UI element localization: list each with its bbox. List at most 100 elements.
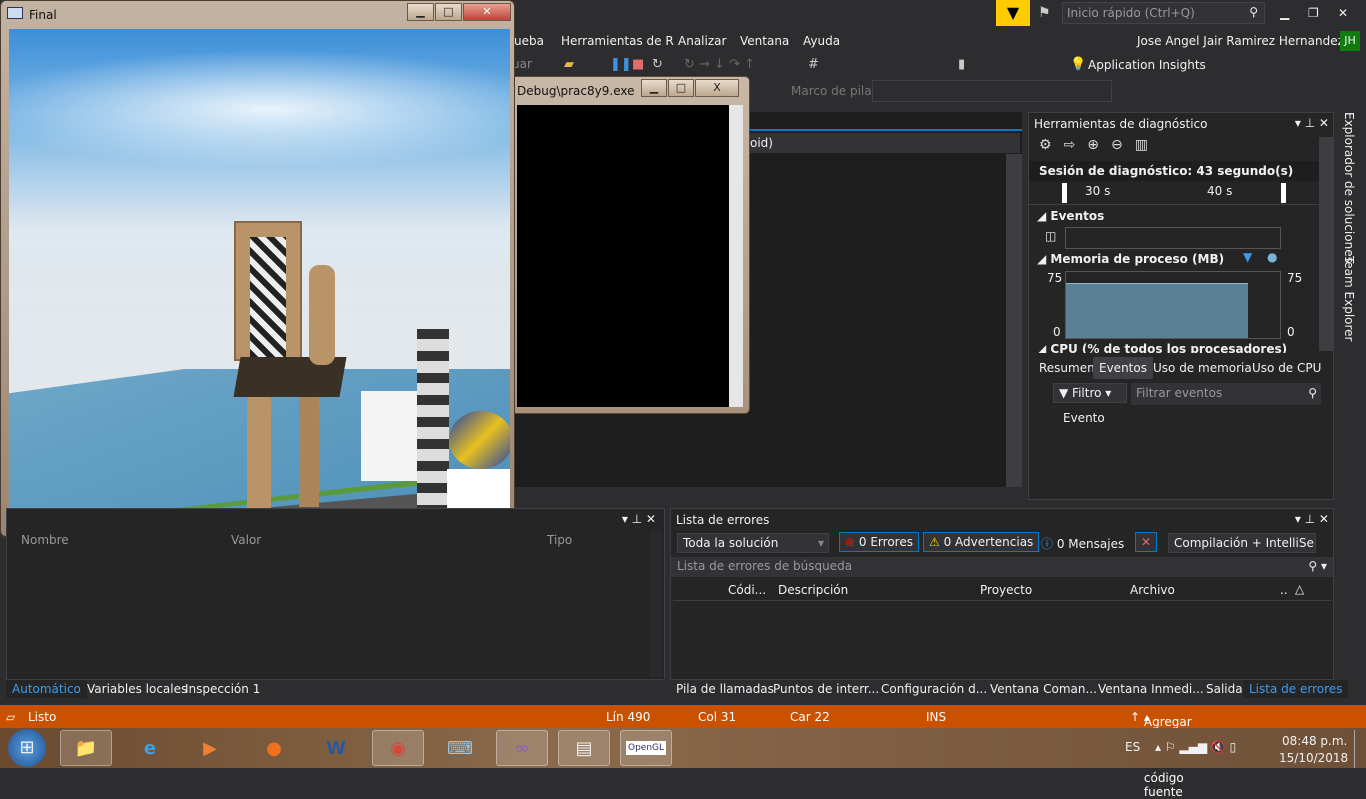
taskbar-console[interactable]: ▤ (558, 730, 610, 766)
column-line[interactable]: .. (1280, 583, 1288, 597)
console-minimize[interactable]: ▁ (641, 79, 667, 97)
column-archivo[interactable]: Archivo (1130, 583, 1175, 597)
menu-ventana[interactable]: Ventana (740, 34, 789, 48)
error-search-input[interactable]: Lista de errores de búsqueda ⚲ ▾ (671, 557, 1333, 577)
scope-dropdown[interactable]: Toda la solución ▾ (677, 533, 829, 553)
memory-section[interactable]: ◢ Memoria de proceso (MB) (1037, 252, 1224, 266)
column-proyecto[interactable]: Proyecto (980, 583, 1032, 597)
panel-pin-close[interactable]: ▾ ⊥ ✕ (1295, 116, 1329, 130)
side-tab-team-explorer[interactable]: Team Explorer (1342, 256, 1356, 342)
taskbar-opengl[interactable]: OpenGL (620, 730, 672, 766)
taskbar-keyboard[interactable]: ⌨ (434, 730, 486, 766)
hex-icon[interactable]: # (808, 57, 819, 72)
panel-pin-close[interactable]: ▾ ⊥ ✕ (622, 512, 656, 526)
menu-analizar[interactable]: Analizar (678, 34, 726, 48)
stop-icon[interactable]: ■ (632, 57, 644, 72)
column-valor[interactable]: Valor (231, 533, 261, 547)
messages-filter-button[interactable]: ⓘ 0 Mensajes (1041, 535, 1124, 552)
chart-icon[interactable]: ▥ (1135, 137, 1160, 153)
console-maximize[interactable]: □ (668, 79, 694, 97)
timeline-ruler[interactable]: 30 s 40 s (1029, 181, 1319, 205)
errors-filter-button[interactable]: ⊗ 0 Errores (839, 532, 919, 552)
pause-icon[interactable]: ❚❚ (610, 57, 632, 72)
cpu-section[interactable]: ◢ CPU (% de todos los procesadores) (1037, 342, 1287, 353)
show-desktop-button[interactable] (1354, 730, 1366, 768)
tab-configuracion[interactable]: Configuración d... (881, 682, 987, 696)
clear-filter-button[interactable]: ✕ (1135, 532, 1158, 552)
console-output[interactable] (517, 105, 729, 407)
tab-eventos[interactable]: Eventos (1093, 357, 1153, 379)
tab-pila-llamadas[interactable]: Pila de llamadas (676, 682, 774, 696)
diagnostics-scrollbar[interactable] (1319, 137, 1333, 351)
feedback-filter-button[interactable]: ▼ (996, 0, 1030, 26)
column-descripcion[interactable]: Descripción (778, 583, 848, 597)
tab-variables-locales[interactable]: Variables locales (87, 682, 187, 696)
tab-automatico[interactable]: Automático (6, 680, 87, 698)
tab-lista-errores[interactable]: Lista de errores (1243, 680, 1349, 698)
taskbar-word[interactable]: W (310, 730, 362, 766)
process-icon[interactable]: ▰ (564, 57, 574, 72)
close-button[interactable]: ✕ (1338, 6, 1348, 20)
restart-icon[interactable]: ↻ (652, 57, 663, 72)
bookmark-icon[interactable]: ▮ (958, 57, 965, 72)
taskbar-media[interactable]: ▶ (184, 730, 236, 766)
panel-pin-close[interactable]: ▾ ⊥ ✕ (1295, 512, 1329, 526)
export-icon[interactable]: ⇨ (1064, 137, 1088, 153)
step-icons[interactable]: ↻ → ↓ ↷ ↑ (684, 57, 755, 72)
warnings-filter-button[interactable]: ⚠ 0 Advertencias (923, 532, 1040, 552)
column-nombre[interactable]: Nombre (21, 533, 69, 547)
side-tab-solution-explorer[interactable]: Explorador de soluciones (1342, 112, 1356, 263)
console-window[interactable]: Debug\prac8y9.exe ▁ □ X (510, 76, 750, 414)
taskbar-chrome[interactable]: ◉ (372, 730, 424, 766)
taskbar-ie[interactable]: e (124, 730, 176, 766)
stack-frame-dropdown[interactable] (872, 80, 1112, 102)
column-codigo[interactable]: Códi... (728, 583, 766, 597)
menu-ayuda[interactable]: Ayuda (803, 34, 840, 48)
autos-scrollbar[interactable] (650, 531, 662, 677)
clock-time[interactable]: 08:48 p.m. (1282, 734, 1347, 748)
tab-ventana-inmediato[interactable]: Ventana Inmedi... (1098, 682, 1204, 696)
tab-ventana-comandos[interactable]: Ventana Coman... (990, 682, 1097, 696)
build-dropdown[interactable]: Compilación + IntelliSen (1168, 533, 1316, 553)
opengl-close[interactable]: ✕ (463, 3, 511, 21)
filter-button[interactable]: ▼ Filtro ▾ (1053, 383, 1127, 403)
zoom-out-icon[interactable]: ⊖ (1111, 137, 1135, 153)
event-column-header[interactable]: Evento (1063, 411, 1105, 425)
avatar[interactable]: JH (1340, 31, 1360, 51)
opengl-canvas[interactable] (9, 29, 510, 531)
taskbar-firefox[interactable]: ● (248, 730, 300, 766)
user-name[interactable]: Jose Angel Jair Ramirez Hernandez (1137, 34, 1344, 48)
clock-date[interactable]: 15/10/2018 (1279, 751, 1348, 765)
minimize-button[interactable]: ▁ (1280, 6, 1289, 20)
pause-events-icon[interactable]: ◫ (1045, 229, 1056, 243)
tab-uso-cpu[interactable]: Uso de CPU (1252, 361, 1321, 375)
editor-scrollbar[interactable] (1006, 154, 1022, 487)
application-insights-button[interactable]: Application Insights (1088, 58, 1206, 72)
console-close[interactable]: X (695, 79, 739, 97)
console-scrollbar[interactable] (729, 105, 743, 407)
zoom-in-icon[interactable]: ⊕ (1087, 137, 1111, 153)
tab-puntos-interrupcion[interactable]: Puntos de interr... (773, 682, 879, 696)
taskbar-explorer[interactable]: 📁 (60, 730, 112, 766)
taskbar-visual-studio[interactable]: ∞ (496, 730, 548, 766)
tab-resumen[interactable]: Resumen (1039, 361, 1095, 375)
opengl-minimize[interactable]: ▁ (407, 3, 434, 21)
column-tipo[interactable]: Tipo (547, 533, 572, 547)
tab-salida[interactable]: Salida (1206, 682, 1243, 696)
filter-events-input[interactable]: Filtrar eventos ⚲ (1131, 383, 1321, 405)
menu-prueba[interactable]: ueba (514, 34, 544, 48)
language-indicator[interactable]: ES (1125, 740, 1140, 754)
tab-inspeccion[interactable]: Inspección 1 (185, 682, 260, 696)
events-section[interactable]: ◢ Eventos (1037, 209, 1104, 223)
menu-herramientas-r[interactable]: Herramientas de R (561, 34, 674, 48)
opengl-maximize[interactable]: □ (435, 3, 462, 21)
maximize-button[interactable]: ❐ (1308, 6, 1319, 20)
settings-icon[interactable]: ⚙ (1039, 137, 1064, 153)
start-button[interactable]: ⊞ (8, 729, 46, 767)
quick-launch-input[interactable]: Inicio rápido (Ctrl+Q) ⚲ (1062, 2, 1265, 24)
tray-icons[interactable]: ▴ ⚐ ▂▄▆ 🔇 ▯ (1155, 740, 1236, 754)
tab-uso-memoria[interactable]: Uso de memoria (1153, 361, 1252, 375)
opengl-window[interactable]: Final ▁ □ ✕ (0, 0, 515, 537)
source-control-button[interactable]: ↑ Agregar al control de código fuente ▴ (1130, 710, 1192, 799)
feedback-icon[interactable]: ⚑ (1038, 5, 1051, 21)
